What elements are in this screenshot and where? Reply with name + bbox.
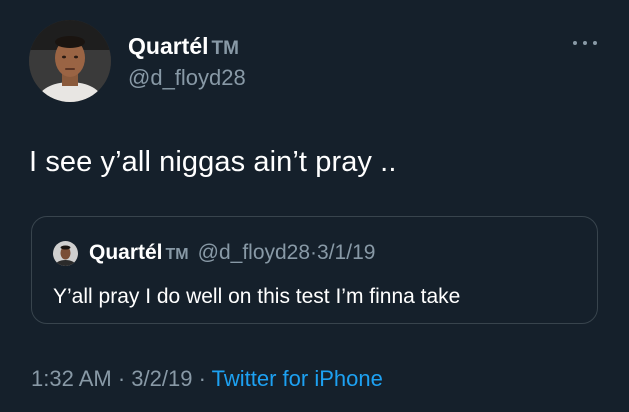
more-dot xyxy=(583,41,587,45)
more-options-icon[interactable] xyxy=(573,38,597,48)
more-dot xyxy=(593,41,597,45)
quoted-tweet[interactable]: Quartél TM @d_floyd28·3/1/19 Y’all pray I … xyxy=(31,216,598,324)
quoted-header: Quartél TM @d_floyd28·3/1/19 xyxy=(89,241,375,265)
avatar-image xyxy=(29,20,111,102)
quoted-separator: · xyxy=(310,241,318,264)
quoted-text: Y’all pray I do well on this test I’m fi… xyxy=(53,285,461,308)
meta-separator: · xyxy=(117,366,126,391)
quoted-display-name: Quartél xyxy=(89,241,163,264)
avatar[interactable] xyxy=(29,20,111,102)
quoted-date: 3/1/19 xyxy=(317,241,376,264)
tweet-text: I see y’all niggas ain’t pray .. xyxy=(29,146,397,178)
tweet-source-link[interactable]: Twitter for iPhone xyxy=(212,366,383,391)
tweet-card: Quartél TM @d_floyd28 I see y’all niggas … xyxy=(0,0,629,412)
author-badge: TM xyxy=(211,38,239,59)
tweet-meta: 1:32 AM · 3/2/19 · Twitter for iPhone xyxy=(31,366,383,392)
meta-separator: · xyxy=(198,366,206,391)
author-display-name[interactable]: Quartél xyxy=(128,33,209,59)
quoted-handle: @d_floyd28 xyxy=(197,241,311,264)
author-handle[interactable]: @d_floyd28 xyxy=(128,65,246,91)
quoted-avatar xyxy=(53,241,78,266)
tweet-date[interactable]: 3/2/19 xyxy=(131,366,192,391)
tweet-time[interactable]: 1:32 AM xyxy=(31,366,112,391)
quoted-badge: TM xyxy=(165,246,189,263)
quoted-avatar-image xyxy=(53,241,78,266)
author-name-row[interactable]: Quartél TM xyxy=(128,33,239,60)
more-dot xyxy=(573,41,577,45)
